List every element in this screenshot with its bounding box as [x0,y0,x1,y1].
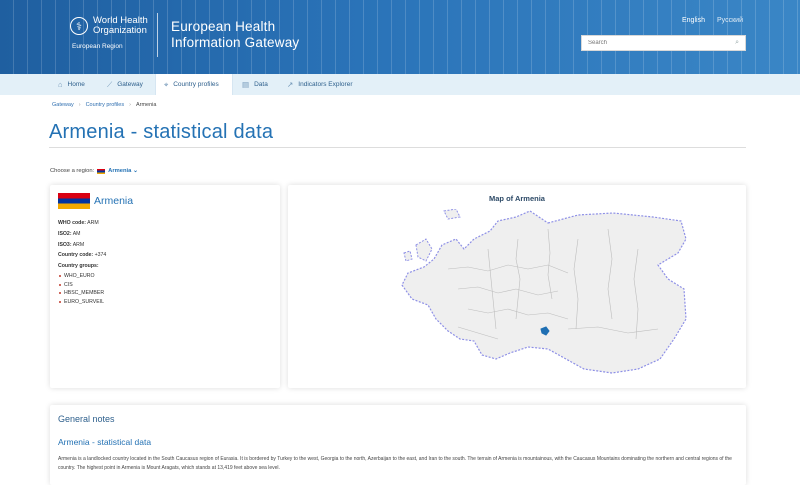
nav-data-label: Data [254,81,268,88]
breadcrumb-current: Armenia [135,102,157,108]
country-group-item[interactable]: WHO_EURO [58,272,106,281]
title-divider [49,147,746,148]
site-title[interactable]: European Health Information Gateway [171,19,299,51]
region-chooser-label: Choose a region: [50,168,95,174]
nav-indicators-explorer[interactable]: ↗ Indicators Explorer [287,74,353,95]
home-icon: ⌂ [58,80,63,89]
iso3-label: ISO3: [58,241,72,248]
europe-outline [401,210,687,374]
page-title: Armenia - statistical data [49,121,274,143]
country-name: Armenia [94,195,134,207]
nav-home-label: Home [67,81,85,88]
map-land [401,209,687,374]
site-header: ⚕ World Health Organization European Reg… [0,0,800,74]
general-notes-card: General notes Armenia - statistical data… [50,405,746,485]
country-groups-list: WHO_EURO CIS HBSC_MEMBER EURO_SURVEIL [58,272,106,306]
nav-indicators-explorer-label: Indicators Explorer [298,81,353,88]
general-notes-title: General notes [58,414,115,424]
iso2-label: ISO2: [58,230,72,237]
country-code-value: +374 [94,252,107,259]
chevron-down-icon: ⌄ [132,168,138,174]
country-info-list: WHO code: ARM ISO2: AM ISO3: ARM Country… [58,218,106,306]
nav-data[interactable]: ▤ Data [242,74,268,95]
who-emblem-icon: ⚕ [70,17,88,35]
chart-icon: ⟋ [107,79,113,89]
ireland-island [403,250,413,262]
breadcrumb-country-profiles[interactable]: Country profiles [86,102,125,108]
who-code-value: ARM [87,220,99,226]
search-box: ⌕ [581,35,746,51]
header-divider [157,13,158,57]
country-info-card: Armenia WHO code: ARM ISO2: AM ISO3: ARM… [50,185,280,388]
region-chooser: Choose a region: Armenia ⌄ [50,168,138,174]
breadcrumb-gateway[interactable]: Gateway [52,102,74,108]
nav-gateway[interactable]: ⟋ Gateway [107,74,143,95]
trend-icon: ↗ [287,80,294,89]
location-pin-icon: ⌖ [164,79,169,89]
region-dropdown[interactable]: Armenia ⌄ [108,168,138,174]
country-group-item[interactable]: CIS [58,281,106,290]
breadcrumb: Gateway › Country profiles › Armenia [52,102,156,108]
site-title-line1: European Health [171,19,276,34]
who-org-line2: Organization [93,25,147,36]
iso2-value: AM [72,230,81,237]
map-title: Map of Armenia [489,194,545,203]
iso3-value: ARM [72,241,85,248]
who-code-label: WHO code: [58,220,86,226]
armenia-flag [58,193,90,209]
general-notes-subtitle: Armenia - statistical data [58,437,152,447]
lang-english-link[interactable]: English [682,17,705,24]
europe-map[interactable] [398,209,688,379]
lang-russian-link[interactable]: Русский [717,17,743,24]
breadcrumb-separator-icon: › [78,102,81,108]
breadcrumb-separator-icon: › [129,102,131,108]
main-nav: ⌂ Home ⟋ Gateway ⌖ Country profiles ▤ Da… [0,74,800,95]
who-region-label: European Region [72,43,123,50]
nav-home[interactable]: ⌂ Home [58,74,85,95]
nav-country-profiles-label: Country profiles [173,81,219,88]
region-dropdown-value: Armenia [108,168,132,174]
uk-island [415,238,433,262]
country-code-label: Country code: [58,252,94,259]
country-group-item[interactable]: HBSC_MEMBER [58,289,106,298]
table-icon: ▤ [242,80,250,89]
search-input[interactable] [588,40,728,46]
country-group-item[interactable]: EURO_SURVEIL [58,298,106,307]
country-groups-label: Country groups: [58,263,99,270]
armenia-flag-icon [97,168,106,174]
nav-gateway-label: Gateway [117,81,143,88]
who-logo[interactable]: ⚕ World Health Organization [70,16,148,36]
iceland-island [443,209,461,220]
general-notes-body: Armenia is a landlocked country located … [58,456,732,471]
nav-country-profiles[interactable]: ⌖ Country profiles [155,74,233,95]
search-icon[interactable]: ⌕ [735,39,739,47]
map-card: Map of Armenia [288,185,746,388]
site-title-line2: Information Gateway [171,35,300,50]
